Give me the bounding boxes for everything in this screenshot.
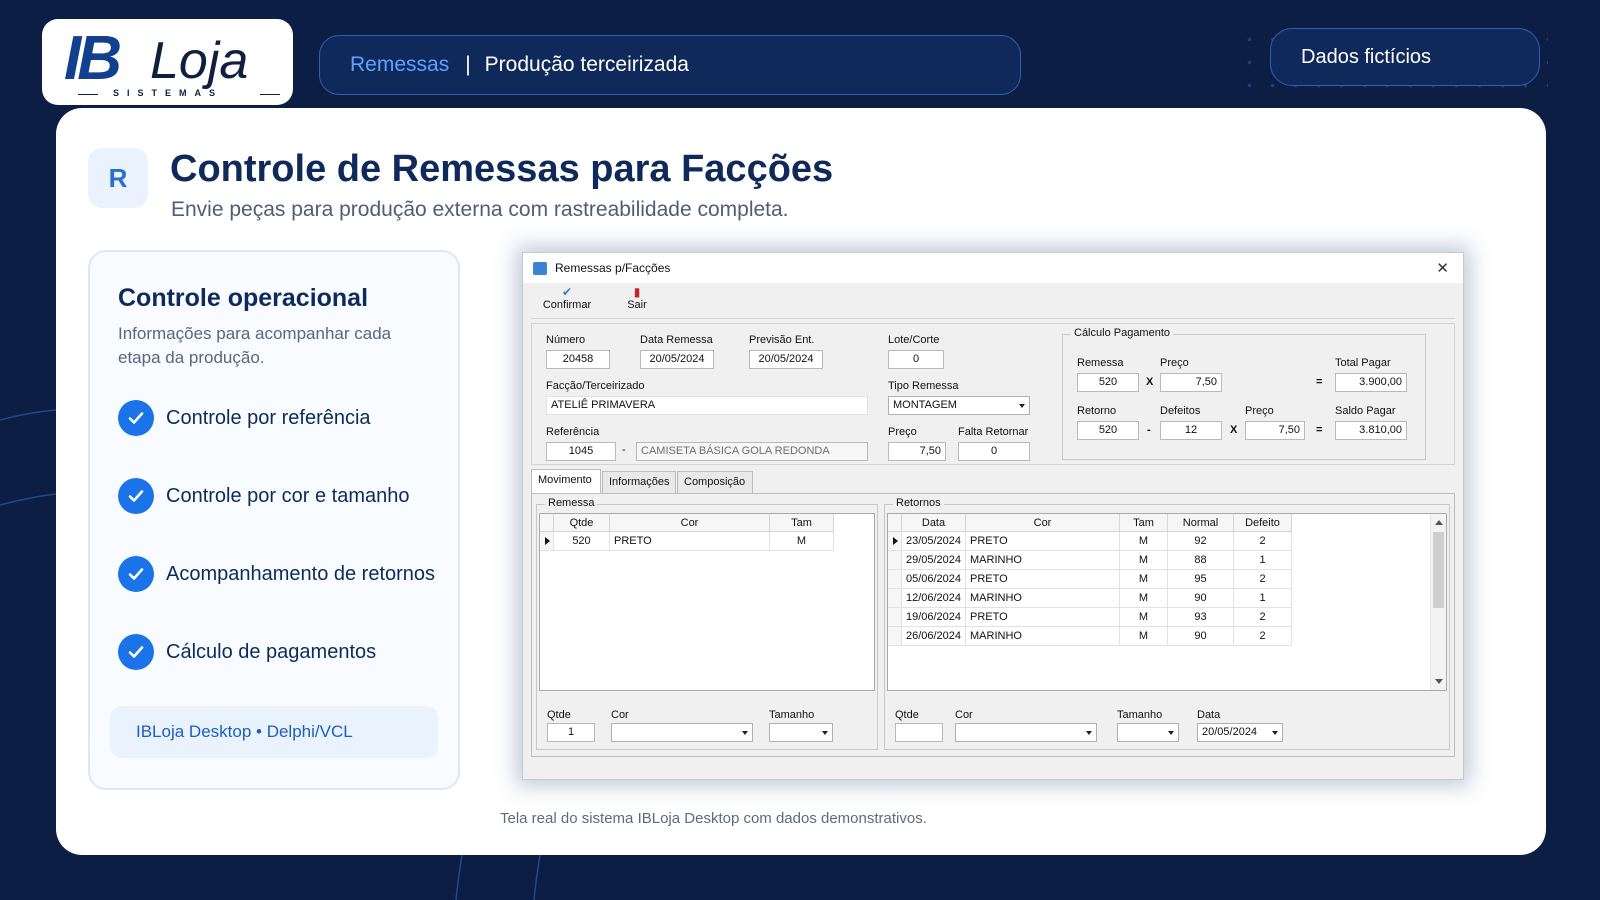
platform-tag: IBLoja Desktop • Delphi/VCL <box>110 706 438 758</box>
calc-preco-field[interactable]: 7,50 <box>1160 373 1222 392</box>
referencia-descricao-field: CAMISETA BÁSICA GOLA REDONDA <box>636 442 868 461</box>
tab-movimento[interactable]: Movimento <box>531 469 601 493</box>
section-icon: R <box>88 148 148 208</box>
data-remessa-field[interactable]: 20/05/2024 <box>640 350 714 369</box>
toolbar: ✔ Confirmar ▮ Sair <box>531 285 1455 319</box>
feature-label: Acompanhamento de retornos <box>166 562 436 585</box>
referencia-separator: - <box>622 444 626 456</box>
remessa-grid[interactable]: Qtde Cor Tam 520 PRETO M <box>539 513 875 691</box>
app-icon <box>533 261 547 275</box>
check-icon: ✔ <box>561 285 573 299</box>
calc-preco2-field[interactable]: 7,50 <box>1245 421 1305 440</box>
remessa-qtde-input[interactable]: 1 <box>547 723 595 742</box>
panel-title: Controle operacional <box>118 284 369 312</box>
faccao-field[interactable]: ATELIÊ PRIMAVERA <box>546 396 868 415</box>
breadcrumb-separator: | <box>465 53 471 76</box>
tab-movimento-page: Remessa Qtde Cor Tam 520 PRETO M Qtde 1 … <box>531 493 1455 757</box>
feature-label: Controle por cor e tamanho <box>166 484 410 507</box>
scroll-thumb[interactable] <box>1433 532 1444 608</box>
tab-composicao[interactable]: Composição <box>677 471 753 493</box>
retornos-scrollbar[interactable] <box>1430 514 1446 690</box>
feature-item: Acompanhamento de retornos <box>118 556 435 592</box>
row-pointer-icon <box>545 537 550 545</box>
calc-remessa-field[interactable]: 520 <box>1077 373 1139 392</box>
feature-label: Controle por referência <box>166 406 371 429</box>
tab-informacoes[interactable]: Informações <box>602 471 676 493</box>
feature-item: Cálculo de pagamentos <box>118 634 376 670</box>
logo-ib: IB <box>64 24 122 93</box>
row-pointer-icon <box>893 537 898 545</box>
numero-label: Número <box>546 334 586 346</box>
feature-label: Cálculo de pagamentos <box>166 640 377 663</box>
header-form: Número 20458 Data Remessa 20/05/2024 Pre… <box>531 323 1455 465</box>
check-icon <box>118 478 154 514</box>
numero-field[interactable]: 20458 <box>546 350 610 369</box>
total-pagar-field[interactable]: 3.900,00 <box>1335 373 1407 392</box>
previsao-field[interactable]: 20/05/2024 <box>749 350 823 369</box>
falta-retornar-field[interactable]: 0 <box>958 442 1030 461</box>
previsao-label: Previsão Ent. <box>749 334 815 346</box>
feature-item: Controle por referência <box>118 400 371 436</box>
scroll-down-icon[interactable] <box>1435 679 1443 684</box>
features-panel: Controle operacional Informações para ac… <box>88 250 460 790</box>
demo-data-badge: Dados fictícios <box>1270 28 1540 86</box>
calculo-legend: Cálculo Pagamento <box>1071 327 1174 339</box>
faccao-label: Facção/Terceirizado <box>546 380 645 392</box>
screenshot-caption: Tela real do sistema IBLoja Desktop com … <box>500 810 927 827</box>
preco-label: Preço <box>888 426 917 438</box>
retornos-grid[interactable]: Data Cor Tam Normal Defeito 23/05/2024 PR… <box>887 513 1447 691</box>
retorno-tamanho-select[interactable] <box>1117 723 1179 742</box>
check-icon <box>118 400 154 436</box>
close-icon[interactable]: ✕ <box>1436 259 1449 277</box>
exit-button[interactable]: ▮ Sair <box>617 285 657 311</box>
remessa-tamanho-select[interactable] <box>769 723 833 742</box>
breadcrumb: Remessas | Produção terceirizada <box>319 35 1021 95</box>
window-titlebar[interactable]: Remessas p/Facções ✕ <box>523 253 1463 283</box>
tipo-remessa-label: Tipo Remessa <box>888 380 959 392</box>
preco-field[interactable]: 7,50 <box>888 442 946 461</box>
retornos-group: Retornos Data Cor Tam Normal Defeito 23/… <box>884 497 1450 750</box>
calculo-pagamento-group: Cálculo Pagamento Remessa 520 X Preço 7,… <box>1062 327 1426 460</box>
retorno-cor-select[interactable] <box>955 723 1097 742</box>
window-title: Remessas p/Facções <box>555 261 671 275</box>
logo-subtitle: SISTEMAS <box>112 88 223 98</box>
feature-item: Controle por cor e tamanho <box>118 478 409 514</box>
main-card: R Controle de Remessas para Facções Envi… <box>56 108 1546 855</box>
page-title: Controle de Remessas para Facções <box>170 148 834 190</box>
calc-retorno-field[interactable]: 520 <box>1077 421 1139 440</box>
referencia-label: Referência <box>546 426 600 438</box>
exit-door-icon: ▮ <box>633 285 641 299</box>
breadcrumb-page: Produção terceirizada <box>484 53 689 76</box>
remessas-window: Remessas p/Facções ✕ ✔ Confirmar ▮ Sair … <box>522 252 1464 780</box>
lote-label: Lote/Corte <box>888 334 940 346</box>
calc-defeitos-field[interactable]: 12 <box>1160 421 1222 440</box>
falta-retornar-label: Falta Retornar <box>958 426 1029 438</box>
referencia-field[interactable]: 1045 <box>546 442 616 461</box>
confirm-button[interactable]: ✔ Confirmar <box>539 285 595 311</box>
remessa-group: Remessa Qtde Cor Tam 520 PRETO M Qtde 1 … <box>536 497 878 750</box>
data-remessa-label: Data Remessa <box>640 334 713 346</box>
tipo-remessa-select[interactable]: MONTAGEM <box>888 396 1030 415</box>
breadcrumb-section[interactable]: Remessas <box>350 53 449 77</box>
saldo-pagar-field[interactable]: 3.810,00 <box>1335 421 1407 440</box>
remessa-cor-select[interactable] <box>611 723 753 742</box>
check-icon <box>118 634 154 670</box>
lote-field[interactable]: 0 <box>888 350 944 369</box>
ibloja-logo: IB Loja SISTEMAS <box>42 19 293 105</box>
check-icon <box>118 556 154 592</box>
scroll-up-icon[interactable] <box>1435 520 1443 525</box>
panel-description: Informações para acompanhar cada etapa d… <box>118 324 392 367</box>
retorno-qtde-input[interactable] <box>895 723 943 742</box>
retorno-data-select[interactable]: 20/05/2024 <box>1197 723 1283 742</box>
page-subtitle: Envie peças para produção externa com ra… <box>171 198 789 221</box>
logo-loja: Loja <box>150 32 249 90</box>
